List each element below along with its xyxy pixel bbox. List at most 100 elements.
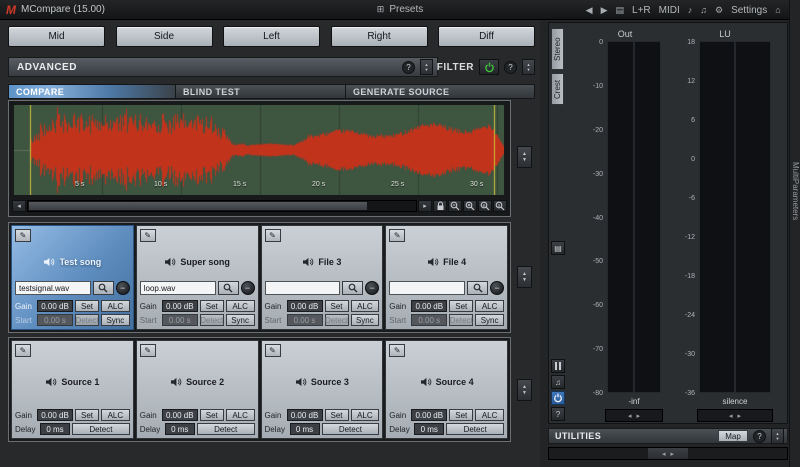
waveform-panel-spinner[interactable]: ▲▼ bbox=[517, 146, 532, 168]
filename-input[interactable]: loop.wav bbox=[140, 281, 216, 295]
set-button[interactable]: Set bbox=[200, 409, 224, 421]
tab-compare[interactable]: COMPARE bbox=[8, 84, 176, 99]
scrollbar-thumb[interactable]: ◂▸ bbox=[648, 448, 688, 459]
eject-button[interactable]: − bbox=[490, 281, 504, 295]
file-slot-1[interactable]: ✎ Test song testsignal.wav − Gain 0.00 d… bbox=[11, 225, 134, 330]
zoom-out-icon[interactable] bbox=[448, 200, 462, 212]
edit-icon[interactable]: ✎ bbox=[389, 229, 405, 242]
notes-icon[interactable]: ♫ bbox=[700, 5, 707, 15]
set-button[interactable]: Set bbox=[449, 300, 473, 312]
alc-button[interactable]: ALC bbox=[101, 409, 130, 421]
preset-next-icon[interactable]: ▶ bbox=[601, 5, 608, 16]
alc-button[interactable]: ALC bbox=[475, 409, 504, 421]
delay-value[interactable]: 0 ms bbox=[40, 423, 70, 435]
bottom-scrollbar[interactable]: ◂▸ bbox=[548, 447, 788, 460]
filename-input[interactable] bbox=[389, 281, 465, 295]
sync-button[interactable]: Sync bbox=[475, 314, 504, 326]
tab-blind-test[interactable]: BLIND TEST bbox=[176, 84, 346, 99]
edit-icon[interactable]: ✎ bbox=[140, 229, 156, 242]
multiparameters-panel-handle[interactable]: MultiParameters bbox=[789, 0, 800, 467]
help-icon[interactable]: ? bbox=[504, 61, 517, 74]
filter-collapse-spinner[interactable]: ▲▼ bbox=[522, 59, 535, 75]
eject-button[interactable]: − bbox=[365, 281, 379, 295]
alc-button[interactable]: ALC bbox=[351, 409, 380, 421]
detect-button[interactable]: Detect bbox=[446, 423, 504, 435]
gain-value[interactable]: 0.00 dB bbox=[162, 409, 198, 421]
waveform-display[interactable] bbox=[14, 105, 504, 195]
file-slots-spinner[interactable]: ▲▼ bbox=[517, 266, 532, 288]
eject-button[interactable]: − bbox=[241, 281, 255, 295]
pause-icon[interactable] bbox=[551, 359, 565, 373]
zoom-in-icon[interactable] bbox=[463, 200, 477, 212]
file-slot-3[interactable]: ✎ File 3 − Gain 0.00 dB Set ALC Start 0. bbox=[261, 225, 384, 330]
out-meter-scrollbar[interactable]: ◂▸ bbox=[605, 409, 663, 422]
alc-button[interactable]: ALC bbox=[475, 300, 504, 312]
lu-meter-scrollbar[interactable]: ◂▸ bbox=[697, 409, 773, 422]
zoom-all-icon[interactable]: e bbox=[478, 200, 492, 212]
edit-icon[interactable]: ✎ bbox=[265, 229, 281, 242]
set-button[interactable]: Set bbox=[325, 300, 349, 312]
set-button[interactable]: Set bbox=[75, 409, 99, 421]
settings-button[interactable]: Settings bbox=[731, 5, 767, 16]
gain-value[interactable]: 0.00 dB bbox=[411, 409, 447, 421]
source-slot-3[interactable]: ✎ Source 3 Gain 0.00 dB Set ALC Delay 0 … bbox=[261, 340, 384, 439]
crest-button[interactable]: Crest bbox=[551, 73, 564, 105]
home-icon[interactable]: ⌂ bbox=[775, 5, 780, 15]
delay-value[interactable]: 0 ms bbox=[414, 423, 444, 435]
set-button[interactable]: Set bbox=[325, 409, 349, 421]
scrollbar-thumb[interactable] bbox=[29, 202, 367, 210]
gain-value[interactable]: 0.00 dB bbox=[37, 409, 73, 421]
scroll-right-icon[interactable]: ▸ bbox=[418, 200, 432, 212]
file-slot-4[interactable]: ✎ File 4 − Gain 0.00 dB Set ALC Start 0. bbox=[385, 225, 508, 330]
presets-button[interactable]: ⊞ Presets bbox=[377, 4, 423, 15]
zoom-selection-icon[interactable]: s bbox=[493, 200, 507, 212]
source-slot-2[interactable]: ✎ Source 2 Gain 0.00 dB Set ALC Delay 0 … bbox=[136, 340, 259, 439]
set-button[interactable]: Set bbox=[449, 409, 473, 421]
help-icon[interactable]: ? bbox=[402, 61, 415, 74]
source-slots-spinner[interactable]: ▲▼ bbox=[517, 379, 532, 401]
gear-icon[interactable]: ⚙ bbox=[715, 5, 723, 16]
alc-button[interactable]: ALC bbox=[101, 300, 130, 312]
search-icon[interactable] bbox=[93, 281, 114, 295]
channel-left-button[interactable]: Left bbox=[223, 26, 320, 47]
save-icon[interactable]: ▤ bbox=[616, 5, 625, 16]
detect-button[interactable]: Detect bbox=[197, 423, 255, 435]
channel-mid-button[interactable]: Mid bbox=[8, 26, 105, 47]
scrollbar-track[interactable] bbox=[27, 200, 417, 212]
alc-button[interactable]: ALC bbox=[226, 300, 255, 312]
advanced-collapse-spinner[interactable]: ▲▼ bbox=[420, 59, 433, 75]
lock-icon[interactable] bbox=[433, 200, 447, 212]
advanced-section-header[interactable]: ADVANCED ? ▲▼ bbox=[8, 57, 438, 77]
source-slot-1[interactable]: ✎ Source 1 Gain 0.00 dB Set ALC Delay 0 … bbox=[11, 340, 134, 439]
midi-button[interactable]: MIDI bbox=[659, 5, 680, 16]
gain-value[interactable]: 0.00 dB bbox=[287, 409, 323, 421]
gain-value[interactable]: 0.00 dB bbox=[287, 300, 323, 312]
channel-mode-button[interactable]: L+R bbox=[632, 5, 651, 16]
alc-button[interactable]: ALC bbox=[226, 409, 255, 421]
channel-diff-button[interactable]: Diff bbox=[438, 26, 535, 47]
tab-generate-source[interactable]: GENERATE SOURCE bbox=[346, 84, 535, 99]
power-icon[interactable] bbox=[551, 391, 565, 405]
edit-icon[interactable]: ✎ bbox=[15, 344, 31, 357]
sync-button[interactable]: Sync bbox=[101, 314, 130, 326]
detect-button[interactable]: Detect bbox=[72, 423, 130, 435]
gain-value[interactable]: 0.00 dB bbox=[162, 300, 198, 312]
search-icon[interactable] bbox=[342, 281, 363, 295]
channel-right-button[interactable]: Right bbox=[331, 26, 428, 47]
edit-icon[interactable]: ✎ bbox=[15, 229, 31, 242]
filename-input[interactable]: testsignal.wav bbox=[15, 281, 91, 295]
set-button[interactable]: Set bbox=[75, 300, 99, 312]
detect-button[interactable]: Detect bbox=[322, 423, 380, 435]
preset-prev-icon[interactable]: ◀ bbox=[586, 5, 593, 16]
stereo-button[interactable]: Stereo bbox=[551, 28, 564, 70]
delay-value[interactable]: 0 ms bbox=[165, 423, 195, 435]
edit-icon[interactable]: ✎ bbox=[140, 344, 156, 357]
help-icon[interactable]: ? bbox=[551, 407, 565, 421]
edit-icon[interactable]: ✎ bbox=[389, 344, 405, 357]
note-icon[interactable]: ♪ bbox=[688, 5, 693, 15]
filename-input[interactable] bbox=[265, 281, 341, 295]
alc-button[interactable]: ALC bbox=[351, 300, 380, 312]
map-button[interactable]: Map bbox=[718, 430, 748, 442]
channel-side-button[interactable]: Side bbox=[116, 26, 213, 47]
edit-icon[interactable]: ✎ bbox=[265, 344, 281, 357]
